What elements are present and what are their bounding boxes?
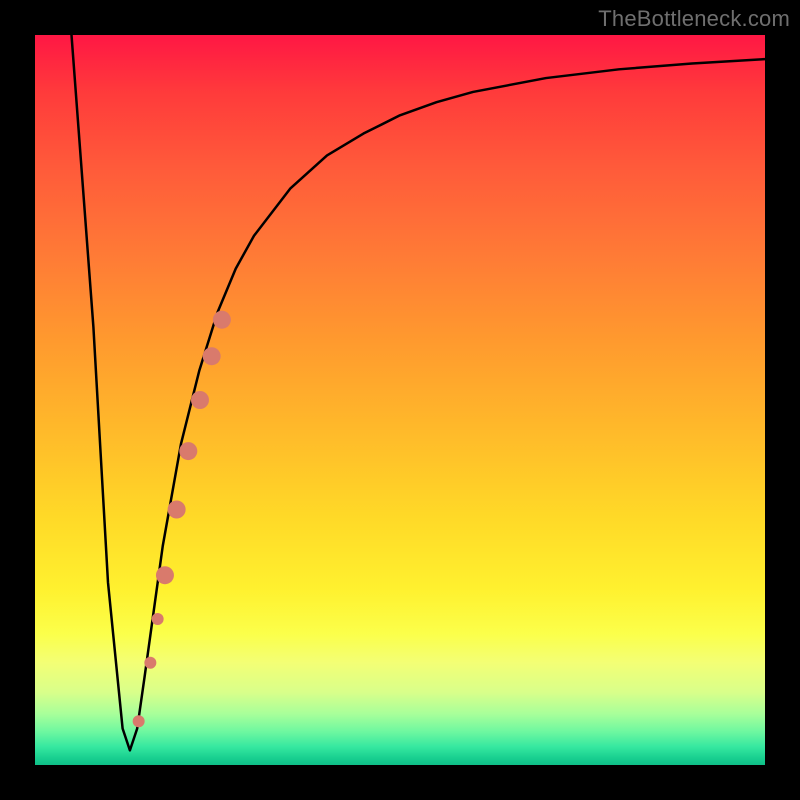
highlight-dot — [168, 501, 186, 519]
chart-frame: TheBottleneck.com — [0, 0, 800, 800]
curve-layer — [72, 35, 766, 750]
highlight-dot — [144, 657, 156, 669]
highlight-dot — [203, 347, 221, 365]
highlight-dot — [191, 391, 209, 409]
highlight-dot — [213, 311, 231, 329]
plot-area — [35, 35, 765, 765]
highlight-dot — [152, 613, 164, 625]
highlight-dot — [156, 566, 174, 584]
marker-layer — [133, 311, 231, 728]
highlight-dot — [179, 442, 197, 460]
chart-svg — [35, 35, 765, 765]
watermark-text: TheBottleneck.com — [598, 6, 790, 32]
bottleneck-curve — [72, 35, 766, 750]
highlight-dot — [133, 715, 145, 727]
